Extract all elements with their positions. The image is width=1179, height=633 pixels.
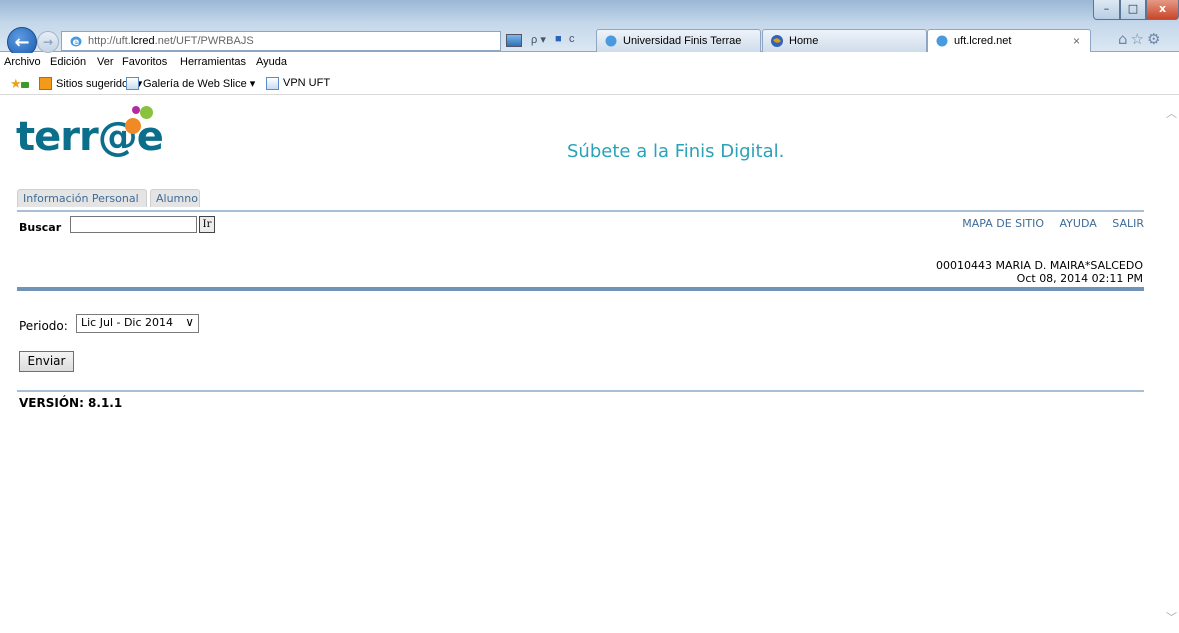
forward-arrow-icon: → [42, 35, 54, 49]
tab-label: uft.lcred.net [954, 35, 1012, 47]
menu-favoritos[interactable]: Favoritos [122, 56, 167, 68]
browser-title-bar: – □ x ← → e http://uft.lcred.net/UFT/PWR… [0, 0, 1179, 57]
ie-page-icon [936, 35, 948, 47]
top-links: MAPA DE SITIO AYUDA SALIR [950, 217, 1144, 230]
link-logout[interactable]: SALIR [1112, 217, 1144, 230]
close-tab-icon[interactable]: × [1073, 30, 1080, 52]
minimize-button[interactable]: – [1093, 0, 1120, 20]
page-content: terr@e Súbete a la Finis Digital. Inform… [0, 95, 1179, 633]
image-icon[interactable] [506, 34, 522, 47]
menu-ayuda[interactable]: Ayuda [256, 56, 287, 68]
scroll-up-icon[interactable]: ︿ [1166, 105, 1177, 121]
user-info: 00010443 MARIA D. MAIRA*SALCEDO Oct 08, … [936, 259, 1143, 285]
close-window-button[interactable]: x [1146, 0, 1179, 20]
divider [17, 390, 1144, 392]
tab-label: Home [789, 35, 819, 47]
add-favorite-icon[interactable] [21, 82, 29, 88]
divider [17, 210, 1144, 212]
menu-edicion[interactable]: Edición [50, 56, 86, 68]
logo-dot [140, 106, 153, 119]
suggested-sites-icon [39, 77, 52, 90]
ie-page-icon: e [70, 36, 82, 48]
browser-tab-home[interactable]: Home [762, 29, 927, 52]
address-tools: ρ ▾ ■ c [503, 31, 591, 51]
address-url[interactable]: http://uft.lcred.net/UFT/PWRBAJS [88, 35, 254, 47]
menu-herramientas[interactable]: Herramientas [180, 56, 246, 68]
svg-text:e: e [73, 37, 80, 48]
submit-button[interactable]: Enviar [19, 351, 74, 372]
refresh-icon[interactable]: c [569, 33, 575, 45]
tab-alumno[interactable]: Alumno [150, 189, 200, 207]
menu-ver[interactable]: Ver [97, 56, 114, 68]
date-time: Oct 08, 2014 02:11 PM [1016, 272, 1143, 285]
address-bar[interactable]: e http://uft.lcred.net/UFT/PWRBAJS [61, 31, 501, 51]
search-label: Buscar [19, 221, 62, 234]
maximize-button[interactable]: □ [1120, 0, 1146, 20]
browser-tab-finis-terrae[interactable]: Universidad Finis Terrae [596, 29, 761, 52]
periodo-label: Periodo: [19, 319, 68, 333]
browser-tab-lcred[interactable]: uft.lcred.net × [927, 29, 1091, 52]
vertical-scrollbar[interactable]: ︿ ﹀ [1162, 95, 1179, 633]
chevron-down-icon: ∨ [185, 315, 194, 329]
link-help[interactable]: AYUDA [1060, 217, 1097, 230]
back-arrow-icon: ← [14, 31, 30, 53]
tab-informacion-personal[interactable]: Información Personal [17, 189, 147, 207]
browser-toolbar-icons[interactable]: ⌂☆⚙ [1118, 30, 1178, 50]
ie-page-icon [605, 35, 617, 47]
vpn-page-icon [266, 77, 279, 90]
menu-archivo[interactable]: Archivo [4, 56, 41, 68]
periodo-select[interactable]: Lic Jul - Dic 2014 ∨ [76, 314, 199, 333]
url-suffix: .net/UFT/PWRBAJS [154, 35, 254, 47]
link-site-map[interactable]: MAPA DE SITIO [962, 217, 1044, 230]
periodo-value: Lic Jul - Dic 2014 [81, 316, 174, 329]
slogan: Súbete a la Finis Digital. [567, 141, 785, 162]
compatibility-view-icon[interactable]: ■ [555, 33, 562, 45]
logo-dot [125, 118, 141, 134]
search-input[interactable] [70, 216, 197, 233]
favorites-bar: ★ Sitios sugeridos ▾ Galería de Web Slic… [0, 73, 1179, 95]
terrae-logo[interactable]: terr@e [16, 106, 196, 164]
user-name: 00010443 MARIA D. MAIRA*SALCEDO [936, 259, 1143, 272]
logo-dot [132, 106, 140, 114]
divider [17, 287, 1144, 291]
menu-bar: Archivo Edición Ver Favoritos Herramient… [0, 53, 1179, 73]
web-slice-icon [126, 77, 139, 90]
scroll-down-icon[interactable]: ﹀ [1166, 609, 1177, 625]
tab-label: Universidad Finis Terrae [623, 35, 742, 47]
favorites-star-icon[interactable]: ★ [10, 76, 22, 92]
fav-web-slice-gallery[interactable]: Galería de Web Slice ▾ [143, 77, 255, 90]
globe-icon [771, 35, 783, 47]
forward-button[interactable]: → [37, 31, 59, 53]
version-label: VERSIÓN: 8.1.1 [19, 396, 123, 410]
url-domain: lcred [130, 35, 155, 47]
go-button[interactable]: Ir [199, 216, 215, 233]
logo-text: terr@e [16, 114, 164, 160]
fav-vpn-uft[interactable]: VPN UFT [283, 77, 330, 89]
url-prefix: http://uft. [88, 35, 131, 47]
search-icon[interactable]: ρ ▾ [531, 33, 546, 46]
